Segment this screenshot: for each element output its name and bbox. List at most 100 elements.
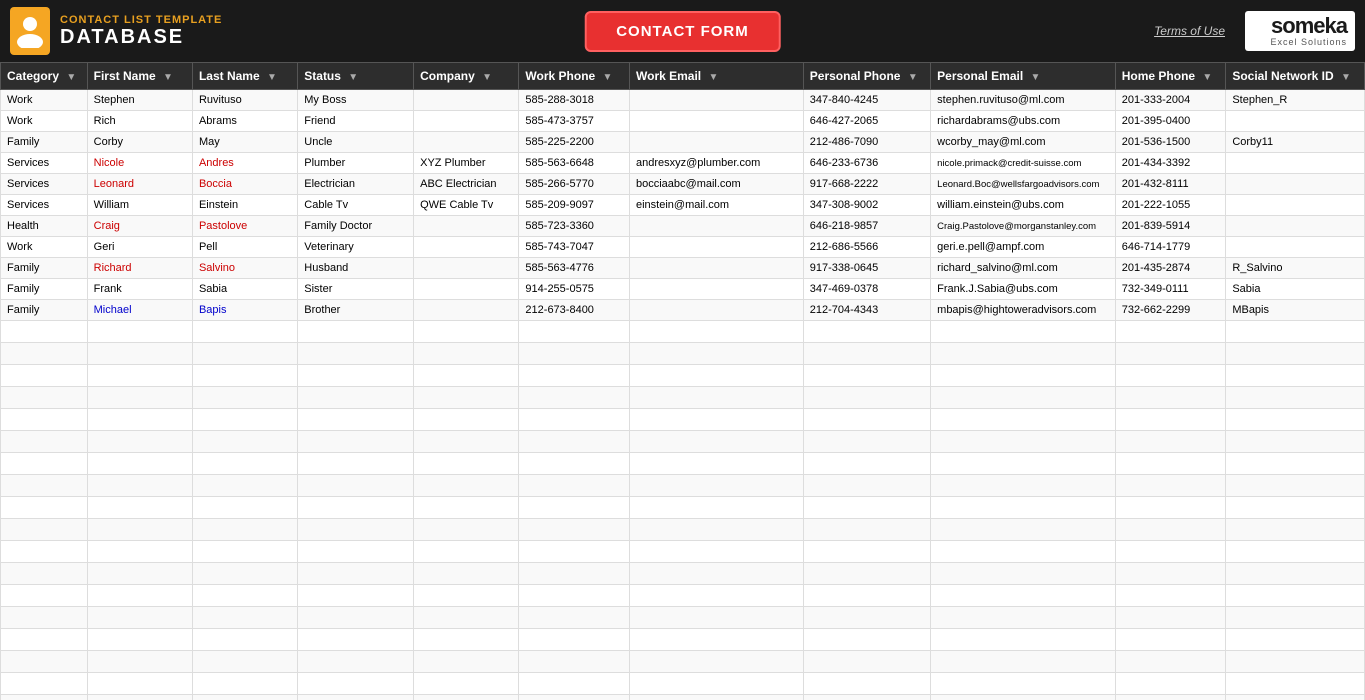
empty-cell <box>803 519 930 541</box>
cell-first-name: Frank <box>87 279 192 300</box>
empty-cell <box>931 475 1116 497</box>
cell-work-phone: 585-209-9097 <box>519 195 630 216</box>
cell-status: Sister <box>298 279 414 300</box>
empty-cell <box>803 409 930 431</box>
empty-cell <box>630 541 804 563</box>
empty-cell <box>803 629 930 651</box>
cell-last-name: May <box>192 132 297 153</box>
cell-work-email <box>630 216 804 237</box>
table-header-row: Category ▼ First Name ▼ Last Name ▼ Stat… <box>1 63 1365 90</box>
cell-social-network-id: Stephen_R <box>1226 90 1365 111</box>
cell-personal-email: william.einstein@ubs.com <box>931 195 1116 216</box>
empty-cell <box>803 651 930 673</box>
empty-cell <box>1226 321 1365 343</box>
filter-arrow-status[interactable]: ▼ <box>348 72 358 83</box>
cell-last-name: Boccia <box>192 174 297 195</box>
empty-cell <box>1 607 88 629</box>
empty-cell <box>1226 365 1365 387</box>
col-header-personal-email[interactable]: Personal Email ▼ <box>931 63 1116 90</box>
cell-personal-email: Leonard.Boc@wellsfargoadvisors.com <box>931 174 1116 195</box>
empty-cell <box>931 387 1116 409</box>
filter-arrow-personalphone[interactable]: ▼ <box>908 72 918 83</box>
cell-work-email <box>630 111 804 132</box>
empty-cell <box>1115 563 1226 585</box>
empty-cell <box>414 607 519 629</box>
filter-arrow-first[interactable]: ▼ <box>163 72 173 83</box>
cell-work-email <box>630 279 804 300</box>
empty-cell <box>1115 343 1226 365</box>
filter-arrow-workemail[interactable]: ▼ <box>708 72 718 83</box>
empty-cell <box>298 365 414 387</box>
empty-cell <box>803 541 930 563</box>
empty-cell <box>298 563 414 585</box>
col-header-work-email[interactable]: Work Email ▼ <box>630 63 804 90</box>
empty-cell <box>192 321 297 343</box>
empty-row <box>1 365 1365 387</box>
terms-of-use-link[interactable]: Terms of Use <box>1154 24 1225 38</box>
someka-name: someka <box>1271 15 1347 37</box>
empty-cell <box>630 651 804 673</box>
cell-work-email: andresxyz@plumber.com <box>630 153 804 174</box>
table-row: ServicesNicoleAndresPlumberXYZ Plumber58… <box>1 153 1365 174</box>
table-row: FamilyFrankSabiaSister914-255-0575347-46… <box>1 279 1365 300</box>
empty-row <box>1 629 1365 651</box>
empty-cell <box>931 629 1116 651</box>
cell-status: Family Doctor <box>298 216 414 237</box>
empty-cell <box>630 563 804 585</box>
empty-cell <box>87 673 192 695</box>
empty-cell <box>931 519 1116 541</box>
col-header-status[interactable]: Status ▼ <box>298 63 414 90</box>
cell-category: Family <box>1 300 88 321</box>
filter-arrow-category[interactable]: ▼ <box>66 72 76 83</box>
empty-cell <box>87 497 192 519</box>
empty-cell <box>87 409 192 431</box>
cell-first-name: Corby <box>87 132 192 153</box>
cell-personal-email: richardabrams@ubs.com <box>931 111 1116 132</box>
empty-cell <box>414 541 519 563</box>
cell-last-name: Sabia <box>192 279 297 300</box>
col-header-first-name[interactable]: First Name ▼ <box>87 63 192 90</box>
cell-personal-phone: 646-233-6736 <box>803 153 930 174</box>
cell-last-name: Pell <box>192 237 297 258</box>
empty-cell <box>414 585 519 607</box>
filter-arrow-last[interactable]: ▼ <box>267 72 277 83</box>
empty-row <box>1 431 1365 453</box>
col-header-category[interactable]: Category ▼ <box>1 63 88 90</box>
empty-cell <box>630 607 804 629</box>
col-header-company[interactable]: Company ▼ <box>414 63 519 90</box>
empty-cell <box>298 519 414 541</box>
empty-cell <box>298 497 414 519</box>
empty-cell <box>298 585 414 607</box>
cell-last-name: Pastolove <box>192 216 297 237</box>
empty-cell <box>414 519 519 541</box>
empty-row <box>1 585 1365 607</box>
empty-cell <box>298 475 414 497</box>
col-header-home-phone[interactable]: Home Phone ▼ <box>1115 63 1226 90</box>
empty-cell <box>1115 321 1226 343</box>
filter-arrow-company[interactable]: ▼ <box>482 72 492 83</box>
filter-arrow-homephone[interactable]: ▼ <box>1202 72 1212 83</box>
cell-category: Family <box>1 279 88 300</box>
empty-cell <box>630 409 804 431</box>
cell-company <box>414 111 519 132</box>
app-header: CONTACT LIST TEMPLATE DATABASE CONTACT F… <box>0 0 1365 62</box>
empty-cell <box>87 475 192 497</box>
col-header-work-phone[interactable]: Work Phone ▼ <box>519 63 630 90</box>
empty-cell <box>931 585 1116 607</box>
col-header-personal-phone[interactable]: Personal Phone ▼ <box>803 63 930 90</box>
table-wrapper: Category ▼ First Name ▼ Last Name ▼ Stat… <box>0 62 1365 700</box>
empty-cell <box>1226 673 1365 695</box>
filter-arrow-workphone[interactable]: ▼ <box>603 72 613 83</box>
empty-cell <box>1 673 88 695</box>
table-row: WorkRichAbramsFriend585-473-3757646-427-… <box>1 111 1365 132</box>
col-header-social-network-id[interactable]: Social Network ID ▼ <box>1226 63 1365 90</box>
col-header-last-name[interactable]: Last Name ▼ <box>192 63 297 90</box>
empty-cell <box>1226 585 1365 607</box>
empty-cell <box>931 453 1116 475</box>
filter-arrow-social[interactable]: ▼ <box>1341 72 1351 83</box>
empty-row <box>1 409 1365 431</box>
filter-arrow-personalemail[interactable]: ▼ <box>1031 72 1041 83</box>
cell-home-phone: 732-349-0111 <box>1115 279 1226 300</box>
empty-cell <box>192 475 297 497</box>
contact-form-button[interactable]: CONTACT FORM <box>584 11 781 52</box>
